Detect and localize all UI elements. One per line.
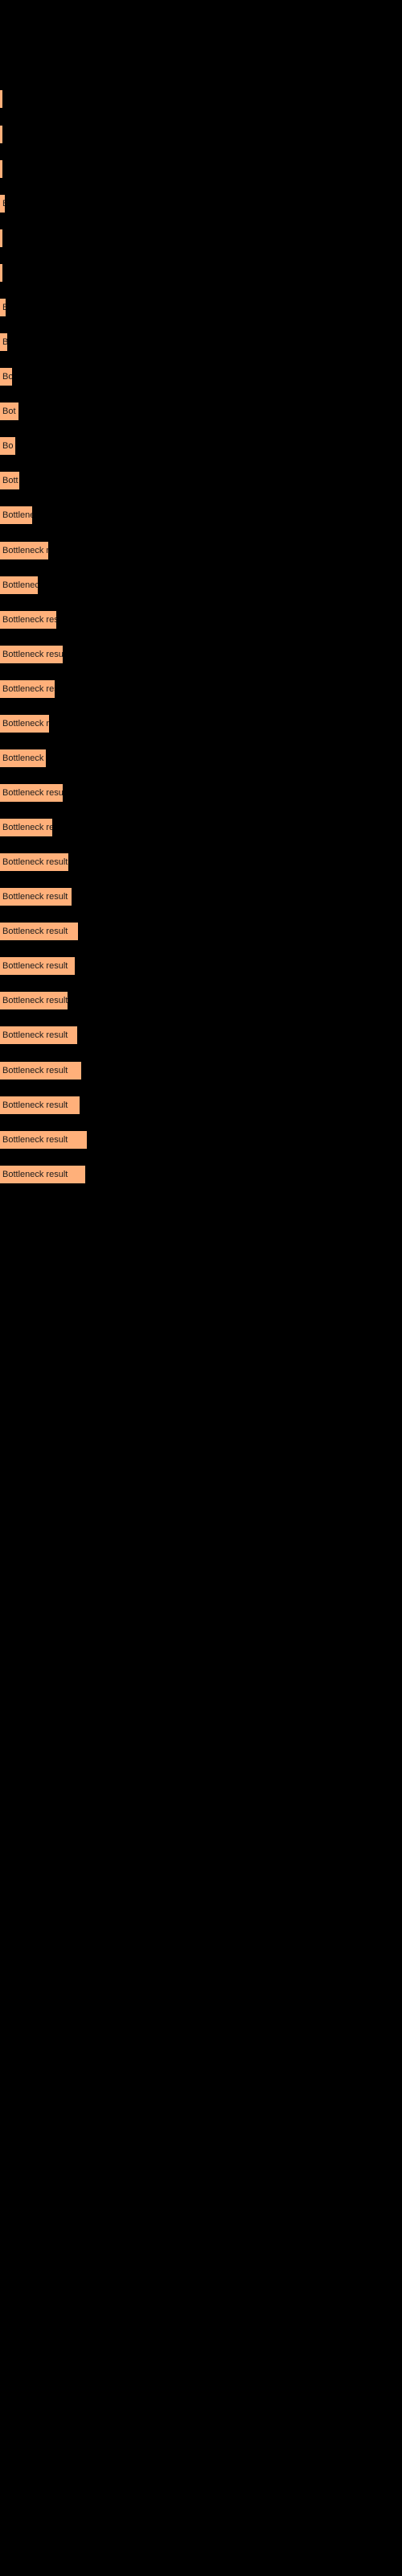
bar-label-23: Bottleneck result <box>2 891 68 902</box>
bar-12: Bottlene <box>0 506 32 524</box>
bar-20: Bottleneck result <box>0 784 63 802</box>
bar-14: Bottleneck <box>0 576 38 594</box>
bar-26: Bottleneck result <box>0 992 68 1009</box>
bar-label-26: Bottleneck result <box>2 995 68 1005</box>
bar-label-3: B <box>0 199 5 208</box>
bar-21: Bottleneck resu <box>0 819 52 836</box>
bar-5 <box>0 264 2 282</box>
bar-label-20: Bottleneck result <box>2 787 63 798</box>
bar-15: Bottleneck res <box>0 611 56 629</box>
bar-label-25: Bottleneck result <box>2 960 68 971</box>
bar-label-12: Bottlene <box>2 510 32 520</box>
bar-2 <box>0 160 2 178</box>
bar-label-30: Bottleneck result <box>2 1134 68 1145</box>
bar-label-8: Bo <box>2 371 12 382</box>
bar-7: B <box>0 333 7 351</box>
bar-label-9: Bot <box>2 406 16 416</box>
bar-16: Bottleneck result <box>0 646 63 663</box>
bar-label-6: B <box>2 302 6 312</box>
bar-label-18: Bottleneck resu <box>2 718 49 729</box>
bar-1 <box>0 126 2 143</box>
bar-27: Bottleneck result <box>0 1026 77 1044</box>
bar-label-14: Bottleneck <box>2 580 38 590</box>
bar-label-7: B <box>2 336 7 347</box>
bar-label-15: Bottleneck res <box>2 614 56 625</box>
bar-label-21: Bottleneck resu <box>2 822 52 832</box>
bar-30: Bottleneck result <box>0 1131 87 1149</box>
bar-22: Bottleneck result <box>0 853 68 871</box>
bar-label-31: Bottleneck result <box>2 1169 68 1179</box>
bar-25: Bottleneck result <box>0 957 75 975</box>
bar-9: Bot <box>0 402 18 420</box>
bar-23: Bottleneck result <box>0 888 72 906</box>
bar-label-16: Bottleneck result <box>2 649 63 659</box>
bar-11: Bott <box>0 472 19 489</box>
bar-label-11: Bott <box>2 475 18 485</box>
bar-19: Bottleneck re <box>0 749 46 767</box>
bar-label-10: Bo <box>2 440 14 451</box>
bar-29: Bottleneck result <box>0 1096 80 1114</box>
bar-3: B <box>0 195 5 213</box>
bar-8: Bo <box>0 368 12 386</box>
bar-label-19: Bottleneck re <box>2 753 46 763</box>
bar-18: Bottleneck resu <box>0 715 49 733</box>
bar-chart: B B B Bo Bot Bo Bott Bottlene Bottleneck re Bottl… <box>0 0 402 2576</box>
bar-17: Bottleneck res <box>0 680 55 698</box>
bar-28: Bottleneck result <box>0 1062 81 1080</box>
bar-label-17: Bottleneck res <box>2 683 55 694</box>
bar-label-29: Bottleneck result <box>2 1100 68 1110</box>
bar-6: B <box>0 299 6 316</box>
bar-label-22: Bottleneck result <box>2 857 68 867</box>
bar-label-13: Bottleneck re <box>2 545 48 555</box>
bar-0 <box>0 90 2 108</box>
bar-13: Bottleneck re <box>0 542 48 559</box>
bar-label-27: Bottleneck result <box>2 1030 68 1040</box>
bar-24: Bottleneck result <box>0 923 78 940</box>
bar-label-24: Bottleneck result <box>2 926 68 936</box>
bar-31: Bottleneck result <box>0 1166 85 1183</box>
bar-4 <box>0 229 2 247</box>
bar-10: Bo <box>0 437 15 455</box>
bar-label-28: Bottleneck result <box>2 1065 68 1075</box>
